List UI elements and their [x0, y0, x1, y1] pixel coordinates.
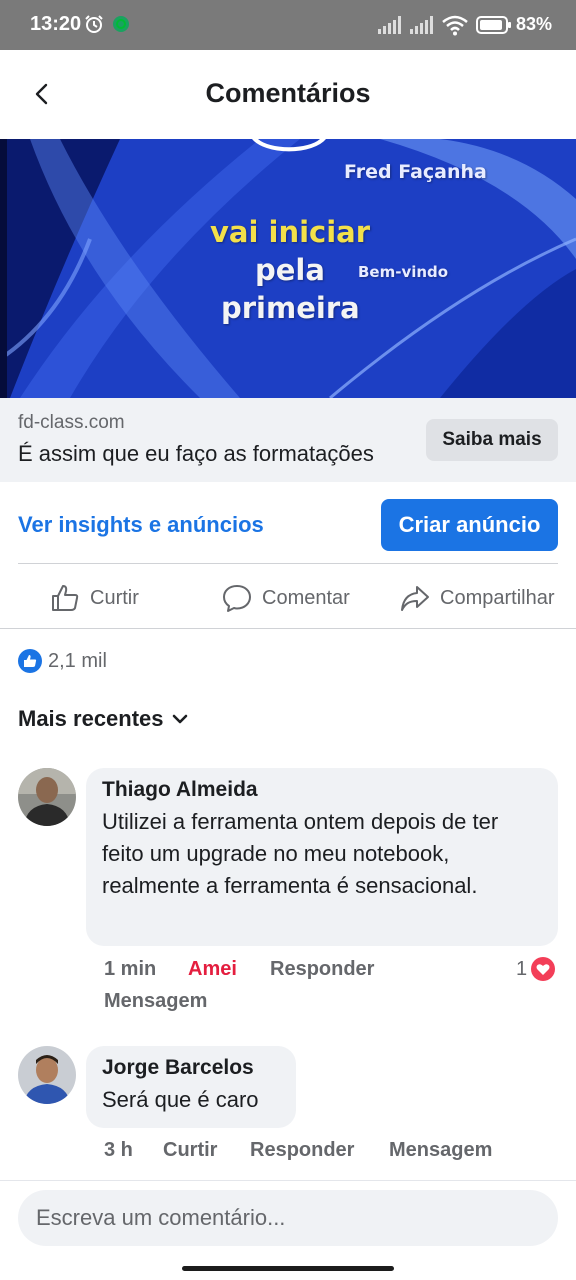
avatar[interactable]: [18, 768, 76, 826]
comment-message-button[interactable]: Mensagem: [104, 990, 207, 1013]
comment-time: 3 h: [104, 1139, 133, 1161]
wifi-icon: [442, 15, 468, 36]
divider: [0, 628, 576, 629]
comment-time: 1 min: [104, 958, 157, 980]
comment-button[interactable]: Comentar: [222, 578, 350, 618]
comment-reaction-number: 1: [516, 957, 528, 980]
avatar[interactable]: [18, 1046, 76, 1104]
divider: [18, 563, 558, 564]
battery-percent: 83%: [516, 14, 553, 34]
chevron-down-icon: [172, 714, 187, 724]
video-caption-line1: vai iniciar: [210, 215, 371, 249]
like-button[interactable]: Curtir: [50, 578, 139, 618]
reactions-count: 2,1 mil: [48, 649, 107, 672]
video-caption-line2: pela: [255, 253, 325, 287]
comment-reply-button[interactable]: Responder: [250, 1139, 354, 1162]
video-small-text: Bem-vindo: [358, 263, 449, 281]
comment-react-button[interactable]: Curtir: [163, 1139, 217, 1162]
video-caption-line3: primeira: [221, 291, 360, 325]
comment-react-button[interactable]: Amei: [188, 958, 237, 981]
comment-text: Será que é caro: [102, 1087, 259, 1112]
signal-icon: [410, 16, 433, 34]
video-name-text: Fred Façanha: [344, 161, 487, 183]
view-insights-link[interactable]: Ver insights e anúncios: [18, 512, 264, 538]
status-time: 13:20: [30, 13, 82, 35]
comment-input[interactable]: [18, 1190, 558, 1246]
vpn-icon: [113, 16, 129, 32]
learn-more-button[interactable]: Saiba mais: [426, 419, 558, 461]
alarm-icon: [85, 15, 103, 33]
sort-label: Mais recentes: [18, 706, 164, 731]
status-bar: 13:20 83%: [0, 0, 576, 50]
heart-icon: [531, 957, 556, 981]
create-ad-button[interactable]: Criar anúncio: [381, 499, 558, 551]
comment-author[interactable]: Thiago Almeida: [102, 778, 542, 802]
like-label: Curtir: [90, 586, 139, 609]
reactions-summary[interactable]: 2,1 mil: [18, 647, 107, 675]
comment-author[interactable]: Jorge Barcelos: [102, 1056, 280, 1080]
comment-bubble: Jorge Barcelos Será que é caro: [86, 1046, 296, 1128]
sort-dropdown[interactable]: Mais recentes: [18, 704, 188, 734]
comment-label: Comentar: [262, 586, 350, 609]
divider: [0, 1180, 576, 1181]
header: Comentários: [0, 50, 576, 139]
comment-text: Utilizei a ferramenta ontem depois de te…: [102, 809, 499, 898]
thumbs-up-icon: [52, 585, 79, 611]
comment-icon: [223, 585, 251, 612]
video-thumbnail[interactable]: Fred Façanha vai iniciar pela primeira B…: [0, 139, 576, 398]
ad-domain: fd-class.com: [18, 412, 125, 433]
like-reaction-icon: [18, 649, 42, 673]
ad-link-bar[interactable]: fd-class.com É assim que eu faço as form…: [0, 398, 576, 482]
share-label: Compartilhar: [440, 586, 555, 609]
share-icon: [401, 586, 429, 611]
signal-icon: [378, 16, 401, 34]
battery-icon: [476, 16, 511, 34]
share-button[interactable]: Compartilhar: [400, 578, 554, 618]
home-indicator[interactable]: [182, 1266, 394, 1271]
comment-reply-button[interactable]: Responder: [270, 958, 374, 981]
comment-message-button[interactable]: Mensagem: [389, 1139, 492, 1162]
page-title: Comentários: [205, 78, 371, 108]
ad-headline: É assim que eu faço as formatações: [18, 441, 374, 466]
comment-reaction-count[interactable]: 1: [516, 956, 556, 982]
comment-bubble: Thiago Almeida Utilizei a ferramenta ont…: [86, 768, 558, 946]
